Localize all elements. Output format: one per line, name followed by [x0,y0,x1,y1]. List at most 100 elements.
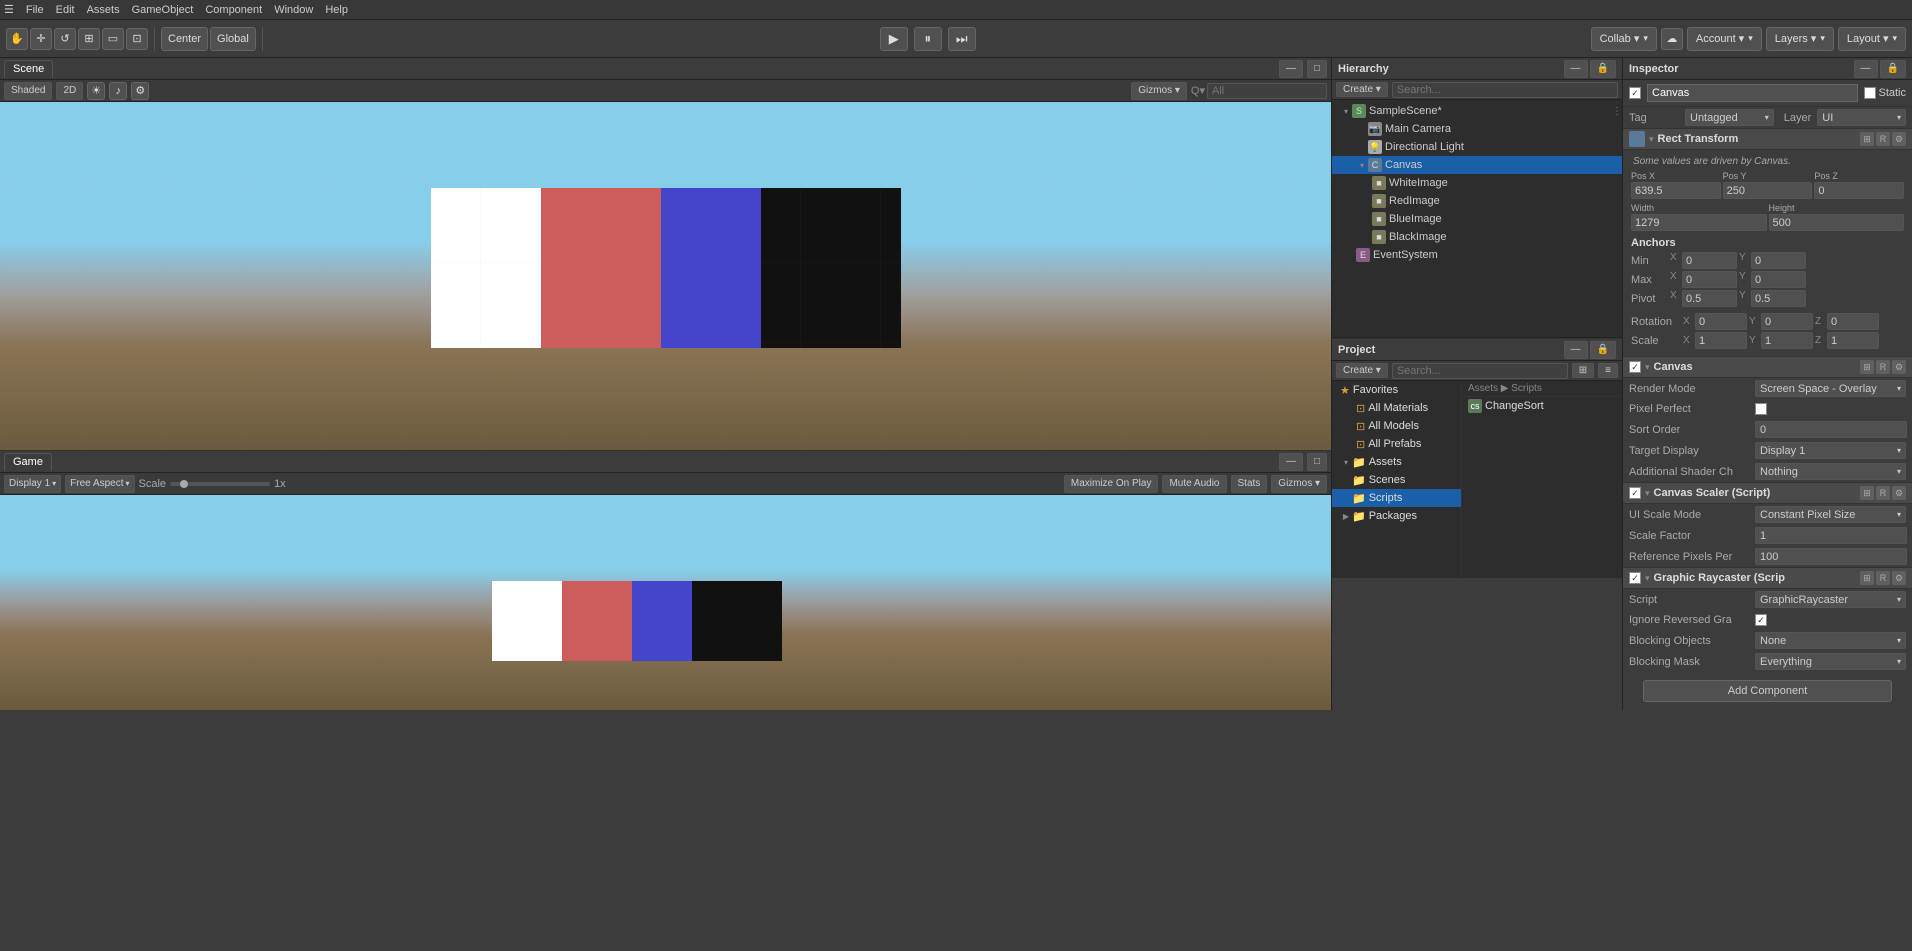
blocking-objects-dropdown[interactable]: None [1755,632,1906,649]
all-prefabs-item[interactable]: ⊡ All Prefabs [1332,435,1461,453]
scene-minimize[interactable]: — [1279,60,1303,78]
raycaster-icon2[interactable]: R [1876,571,1890,585]
pivot-y-input[interactable] [1751,290,1806,307]
static-checkbox[interactable] [1864,87,1876,99]
game-view[interactable] [0,495,1331,710]
menu-window[interactable]: Window [274,4,313,16]
shading-dropdown[interactable]: Shaded [4,82,52,100]
go-name-input[interactable] [1647,84,1858,102]
scale-tool-icon[interactable]: ⊞ [78,28,100,50]
assets-expand[interactable]: ▾ [1340,456,1352,468]
pause-button[interactable]: ⏸ [914,27,942,51]
inspector-lock[interactable]: 🔒 [1880,60,1906,78]
project-lock[interactable]: 🔒 [1590,341,1616,359]
rot-y-input[interactable] [1761,313,1813,330]
rect-icon2[interactable]: R [1876,132,1890,146]
rect-icon3[interactable]: ⚙ [1892,132,1906,146]
project-view-icon[interactable]: ≡ [1598,363,1618,378]
scale-z-input[interactable] [1827,332,1879,349]
assets-folder[interactable]: ▾ 📁 Assets [1332,453,1461,471]
ui-scale-mode-dropdown[interactable]: Constant Pixel Size [1755,506,1906,523]
pos-y-input[interactable] [1723,182,1813,199]
hand-tool-icon[interactable]: ✋ [6,28,28,50]
inspector-minimize[interactable]: — [1854,60,1878,78]
hierarchy-search-input[interactable] [1392,82,1618,98]
stats-button[interactable]: Stats [1231,475,1268,493]
rotate-tool-icon[interactable]: ↺ [54,28,76,50]
scaler-checkbox[interactable] [1629,487,1641,499]
layer-dropdown[interactable]: UI [1817,109,1906,126]
rot-x-input[interactable] [1695,313,1747,330]
add-component-button[interactable]: Add Component [1643,680,1892,702]
go-active-checkbox[interactable] [1629,87,1641,99]
width-input[interactable] [1631,214,1767,231]
raycaster-checkbox[interactable] [1629,572,1641,584]
canvas-icon1[interactable]: ⊞ [1860,360,1874,374]
rot-z-input[interactable] [1827,313,1879,330]
display-dropdown[interactable]: Display 1 [4,475,61,493]
graphic-raycaster-header[interactable]: ▾ Graphic Raycaster (Scrip ⊞ R ⚙ [1623,567,1912,589]
menu-component[interactable]: Component [205,4,262,16]
additional-shader-dropdown[interactable]: Nothing [1755,463,1906,480]
canvas-scaler-header[interactable]: ▾ Canvas Scaler (Script) ⊞ R ⚙ [1623,482,1912,504]
maximize-on-play[interactable]: Maximize On Play [1064,475,1159,493]
project-minimize[interactable]: — [1564,341,1588,359]
scaler-icon3[interactable]: ⚙ [1892,486,1906,500]
changesort-file[interactable]: cs ChangeSort [1462,397,1622,415]
scale-y-input[interactable] [1761,332,1813,349]
rect-transform-header[interactable]: ▾ Rect Transform ⊞ R ⚙ [1623,128,1912,150]
move-tool-icon[interactable]: ✛ [30,28,52,50]
hierarchy-directional-light[interactable]: 💡 Directional Light [1332,138,1622,156]
layout-button[interactable]: Layout ▾ [1838,27,1906,51]
global-button[interactable]: Global [210,27,256,51]
hierarchy-main-camera[interactable]: 📷 Main Camera [1332,120,1622,138]
max-x-input[interactable] [1682,271,1737,288]
project-create-button[interactable]: Create ▾ [1336,363,1388,378]
rect-tool-icon[interactable]: ▭ [102,28,124,50]
hierarchy-canvas[interactable]: ▾ C Canvas [1332,156,1622,174]
scenes-folder[interactable]: 📁 Scenes [1332,471,1461,489]
packages-folder[interactable]: ▶ 📁 Packages [1332,507,1461,525]
scene-options[interactable]: ⋮ [1612,106,1622,117]
raycaster-icon3[interactable]: ⚙ [1892,571,1906,585]
aspect-dropdown[interactable]: Free Aspect [65,475,134,493]
canvas-icon2[interactable]: R [1876,360,1890,374]
transform-tool-icon[interactable]: ⊡ [126,28,148,50]
scene-search-input[interactable] [1207,83,1327,99]
cloud-icon[interactable]: ☁ [1661,28,1683,50]
mute-audio[interactable]: Mute Audio [1162,475,1226,493]
min-x-input[interactable] [1682,252,1737,269]
sort-order-input[interactable] [1755,421,1907,438]
menu-assets[interactable]: Assets [87,4,120,16]
all-materials-item[interactable]: ⊡ All Materials [1332,399,1461,417]
scale-slider[interactable] [170,482,270,486]
hierarchy-blue-image[interactable]: ■ BlueImage [1332,210,1622,228]
hierarchy-scene-item[interactable]: ▾ S SampleScene* ⋮ [1332,102,1622,120]
all-models-item[interactable]: ⊡ All Models [1332,417,1461,435]
game-tab[interactable]: Game [4,453,52,471]
canvas-comp-checkbox[interactable] [1629,361,1641,373]
center-button[interactable]: Center [161,27,208,51]
target-display-dropdown[interactable]: Display 1 [1755,442,1906,459]
menu-help[interactable]: Help [325,4,348,16]
hierarchy-minimize[interactable]: — [1564,60,1588,78]
expand-canvas[interactable]: ▾ [1356,159,1368,171]
menu-edit[interactable]: Edit [56,4,75,16]
canvas-component-header[interactable]: ▾ Canvas ⊞ R ⚙ [1623,356,1912,378]
step-button[interactable]: ⏭ [948,27,976,51]
canvas-icon3[interactable]: ⚙ [1892,360,1906,374]
menu-gameobject[interactable]: GameObject [132,4,194,16]
pivot-x-input[interactable] [1682,290,1737,307]
blocking-mask-dropdown[interactable]: Everything [1755,653,1906,670]
render-mode-dropdown[interactable]: Screen Space - Overlay [1755,380,1906,397]
fx-icon[interactable]: ⚙ [131,82,149,100]
play-button[interactable]: ▶ [880,27,908,51]
scale-x-input[interactable] [1695,332,1747,349]
game-maximize-btn[interactable]: □ [1307,453,1327,471]
gizmos-button[interactable]: Gizmos ▾ [1131,82,1187,100]
hierarchy-white-image[interactable]: ■ WhiteImage [1332,174,1622,192]
ignore-reversed-checkbox[interactable] [1755,614,1767,626]
pos-z-input[interactable] [1814,182,1904,199]
audio-icon[interactable]: ♪ [109,82,127,100]
game-minimize[interactable]: — [1279,453,1303,471]
